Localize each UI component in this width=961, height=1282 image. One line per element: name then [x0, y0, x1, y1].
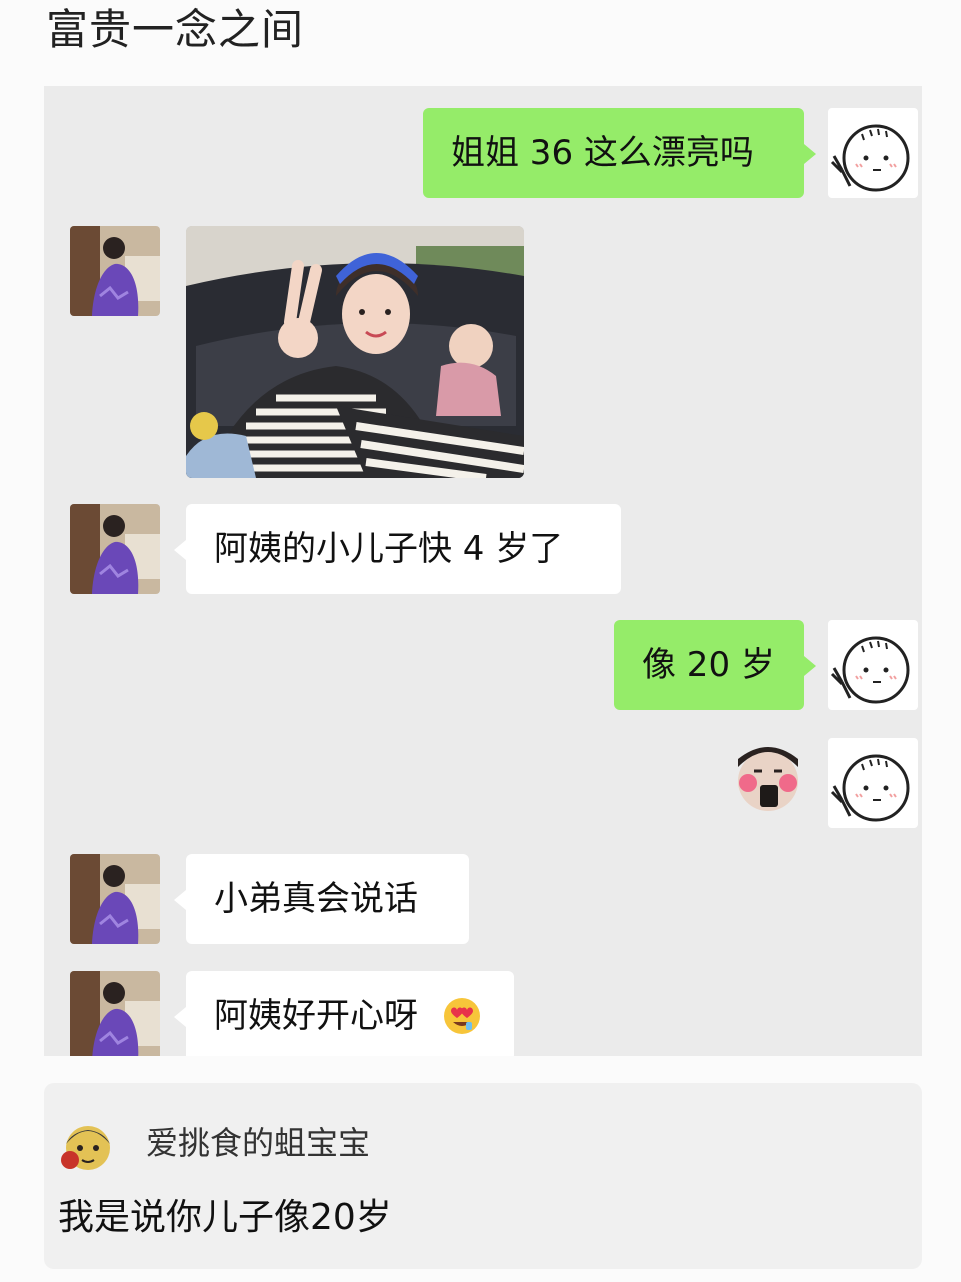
message-bubble-theirs: 阿姨的小儿子快 4 岁了: [174, 504, 621, 594]
aunt-avatar[interactable]: [70, 854, 160, 944]
aunt-avatar[interactable]: [70, 971, 160, 1056]
heart-eyes-emoji-icon: [444, 998, 480, 1034]
comment-text: 我是说你儿子像20岁: [58, 1197, 392, 1238]
aunt-avatar[interactable]: [70, 504, 160, 594]
commenter-username[interactable]: 爱挑食的蛆宝宝: [146, 1121, 370, 1165]
message-bubble-theirs: 阿姨好开心呀: [174, 971, 514, 1056]
chat-screenshot: 姐姐 36 这么漂亮吗 阿姨的小儿子快 4 岁了 像 20 岁 小弟真会说话 阿…: [44, 86, 922, 1056]
aunt-avatar[interactable]: [70, 226, 160, 316]
message-bubble-mine: 像 20 岁: [614, 620, 816, 710]
message-text: 阿姨好开心呀: [214, 996, 418, 1036]
my-avatar[interactable]: [828, 620, 918, 710]
blushing-face-sticker[interactable]: [732, 741, 804, 811]
message-bubble-theirs: 小弟真会说话: [174, 854, 469, 944]
screenshot-page: 富贵一念之间 姐姐 36 这么漂亮吗 阿姨的小儿子快 4 岁了 像 20 岁 小…: [0, 0, 961, 1282]
post-title: 富贵一念之间: [46, 5, 305, 54]
shared-photo[interactable]: [186, 226, 524, 478]
my-avatar[interactable]: [828, 738, 918, 828]
my-avatar[interactable]: [828, 108, 918, 198]
message-bubble-mine: 姐姐 36 这么漂亮吗: [423, 108, 816, 198]
comment-card: 爱挑食的蛆宝宝 我是说你儿子像20岁: [44, 1083, 922, 1269]
commenter-avatar[interactable]: [60, 1118, 116, 1174]
